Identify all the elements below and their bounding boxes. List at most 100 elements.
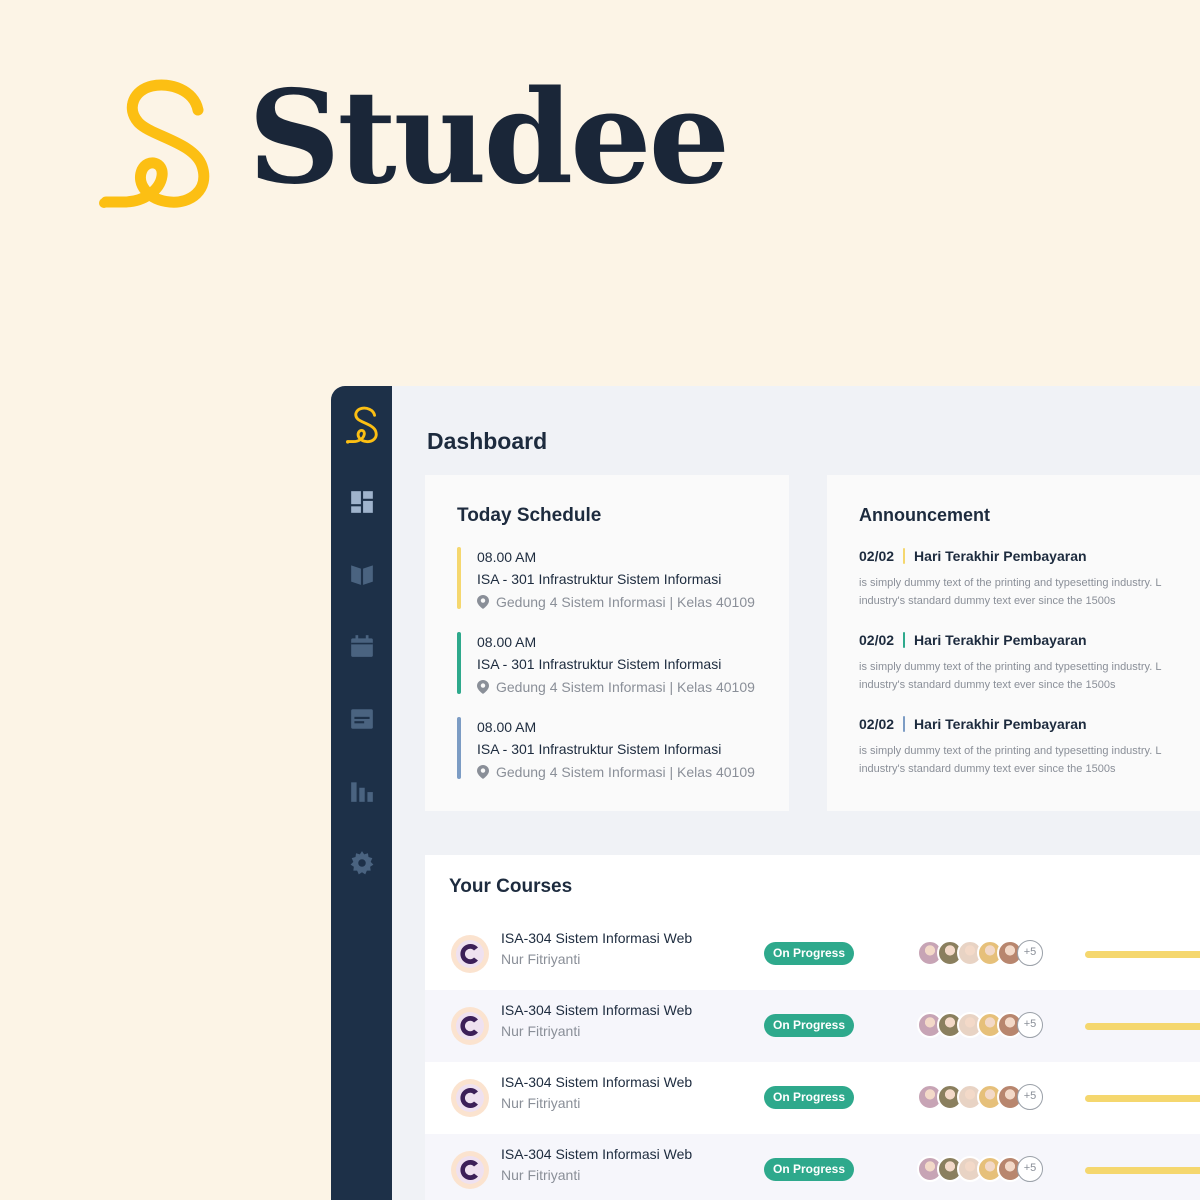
announcement-headline: Hari Terakhir Pembayaran [914,548,1087,564]
course-name: ISA-304 Sistem Informasi Web [501,930,693,946]
book-icon [351,565,373,585]
announcement-body-line: is simply dummy text of the printing and… [859,745,1162,757]
status-badge: On Progress [764,1086,855,1109]
announcement-body: is simply dummy text of the printing and… [859,742,1199,778]
schedule-course: ISA - 301 Infrastruktur Sistem Informasi [477,656,722,672]
schedule-location-text: Gedung 4 Sistem Informasi | Kelas 40109 [496,679,755,695]
course-teacher: Nur Fitriyanti [501,1023,581,1039]
nav-dashboard[interactable] [347,487,377,517]
announcement-body-line: industry's standard dummy text ever sinc… [859,595,1116,607]
brand-header: Studee [98,74,730,210]
location-pin-icon [477,680,489,694]
member-avatars[interactable]: +5 [917,1084,1043,1110]
progress-fill [1085,951,1200,958]
schedule-color-bar [457,547,461,609]
announcement-headline: Hari Terakhir Pembayaran [914,716,1087,732]
announcement-card: Announcement 02/02 Hari Terakhir Pembaya… [827,475,1200,811]
announcement-headline: Hari Terakhir Pembayaran [914,632,1087,648]
announcement-title: Announcement [859,505,991,525]
schedule-item[interactable]: 08.00 AM ISA - 301 Infrastruktur Sistem … [457,632,777,696]
course-logo-icon [451,1007,489,1045]
location-pin-icon [477,595,489,609]
announcement-item[interactable]: 02/02 Hari Terakhir Pembayaran is simply… [859,716,1200,778]
announcement-body: is simply dummy text of the printing and… [859,658,1199,694]
more-members-badge[interactable]: +5 [1017,1156,1043,1182]
nav-documents[interactable] [347,704,377,734]
studee-small-logo-icon[interactable] [346,406,378,444]
course-row[interactable]: ISA-304 Sistem Informasi Web Nur Fitriya… [425,918,1200,990]
calendar-icon [351,635,373,657]
more-members-badge[interactable]: +5 [1017,1012,1043,1038]
schedule-time: 08.00 AM [477,634,537,650]
announcement-body-line: industry's standard dummy text ever sinc… [859,763,1116,775]
course-name: ISA-304 Sistem Informasi Web [501,1146,693,1162]
progress-fill [1085,1167,1200,1174]
announcement-item[interactable]: 02/02 Hari Terakhir Pembayaran is simply… [859,548,1200,610]
schedule-location-text: Gedung 4 Sistem Informasi | Kelas 40109 [496,764,755,780]
app-window: Dashboard Today Schedule 08.00 AM ISA - … [331,386,1200,1200]
course-teacher: Nur Fitriyanti [501,1095,581,1111]
progress-bar [1085,1095,1200,1102]
announcement-separator [903,548,906,564]
schedule-color-bar [457,632,461,694]
announcement-separator [903,716,906,732]
location-pin-icon [477,765,489,779]
schedule-location: Gedung 4 Sistem Informasi | Kelas 40109 [477,764,755,780]
course-logo-icon [451,1079,489,1117]
member-avatars[interactable]: +5 [917,1012,1043,1038]
studee-logo-icon [99,79,210,208]
progress-bar [1085,951,1200,958]
progress-bar [1085,1167,1200,1174]
announcement-date: 02/02 [859,632,895,648]
schedule-location: Gedung 4 Sistem Informasi | Kelas 40109 [477,679,755,695]
gear-icon [350,851,374,875]
announcement-body-line: is simply dummy text of the printing and… [859,577,1162,589]
announcement-separator [903,632,906,648]
course-name: ISA-304 Sistem Informasi Web [501,1002,693,1018]
chart-icon [351,782,373,802]
course-teacher: Nur Fitriyanti [501,1167,581,1183]
courses-title: Your Courses [449,876,573,897]
dashboard-icon [351,491,373,513]
member-avatars[interactable]: +5 [917,1156,1043,1182]
announcement-body-line: is simply dummy text of the printing and… [859,661,1162,673]
schedule-time: 08.00 AM [477,719,537,735]
nav-courses[interactable] [347,559,377,589]
more-members-badge[interactable]: +5 [1017,940,1043,966]
announcement-item[interactable]: 02/02 Hari Terakhir Pembayaran is simply… [859,632,1200,694]
schedule-color-bar [457,717,461,779]
course-logo-icon [451,1151,489,1189]
nav-reports[interactable] [347,776,377,806]
schedule-time: 08.00 AM [477,549,537,565]
progress-fill [1085,1023,1200,1030]
status-badge: On Progress [764,1014,855,1037]
progress-bar [1085,1023,1200,1030]
schedule-item[interactable]: 08.00 AM ISA - 301 Infrastruktur Sistem … [457,717,777,781]
schedule-location-text: Gedung 4 Sistem Informasi | Kelas 40109 [496,594,755,610]
brand-name: Studee [248,63,730,213]
nav-calendar[interactable] [347,631,377,661]
progress-fill [1085,1095,1200,1102]
announcement-date: 02/02 [859,716,895,732]
course-teacher: Nur Fitriyanti [501,951,581,967]
page-title: Dashboard [427,428,548,454]
course-row[interactable]: ISA-304 Sistem Informasi Web Nur Fitriya… [425,990,1200,1062]
courses-card: Your Courses ISA-304 Sistem Informasi We… [425,855,1200,1200]
course-name: ISA-304 Sistem Informasi Web [501,1074,693,1090]
status-badge: On Progress [764,942,855,965]
status-badge: On Progress [764,1158,855,1181]
schedule-item[interactable]: 08.00 AM ISA - 301 Infrastruktur Sistem … [457,547,777,611]
course-row[interactable]: ISA-304 Sistem Informasi Web Nur Fitriya… [425,1134,1200,1200]
schedule-card: Today Schedule 08.00 AM ISA - 301 Infras… [425,475,789,811]
schedule-location: Gedung 4 Sistem Informasi | Kelas 40109 [477,594,755,610]
announcement-body: is simply dummy text of the printing and… [859,574,1199,610]
announcement-body-line: industry's standard dummy text ever sinc… [859,679,1116,691]
schedule-title: Today Schedule [457,505,602,526]
document-icon [351,709,373,729]
nav-settings[interactable] [347,848,377,878]
schedule-course: ISA - 301 Infrastruktur Sistem Informasi [477,741,722,757]
member-avatars[interactable]: +5 [917,940,1043,966]
course-logo-icon [451,935,489,973]
course-row[interactable]: ISA-304 Sistem Informasi Web Nur Fitriya… [425,1062,1200,1134]
more-members-badge[interactable]: +5 [1017,1084,1043,1110]
